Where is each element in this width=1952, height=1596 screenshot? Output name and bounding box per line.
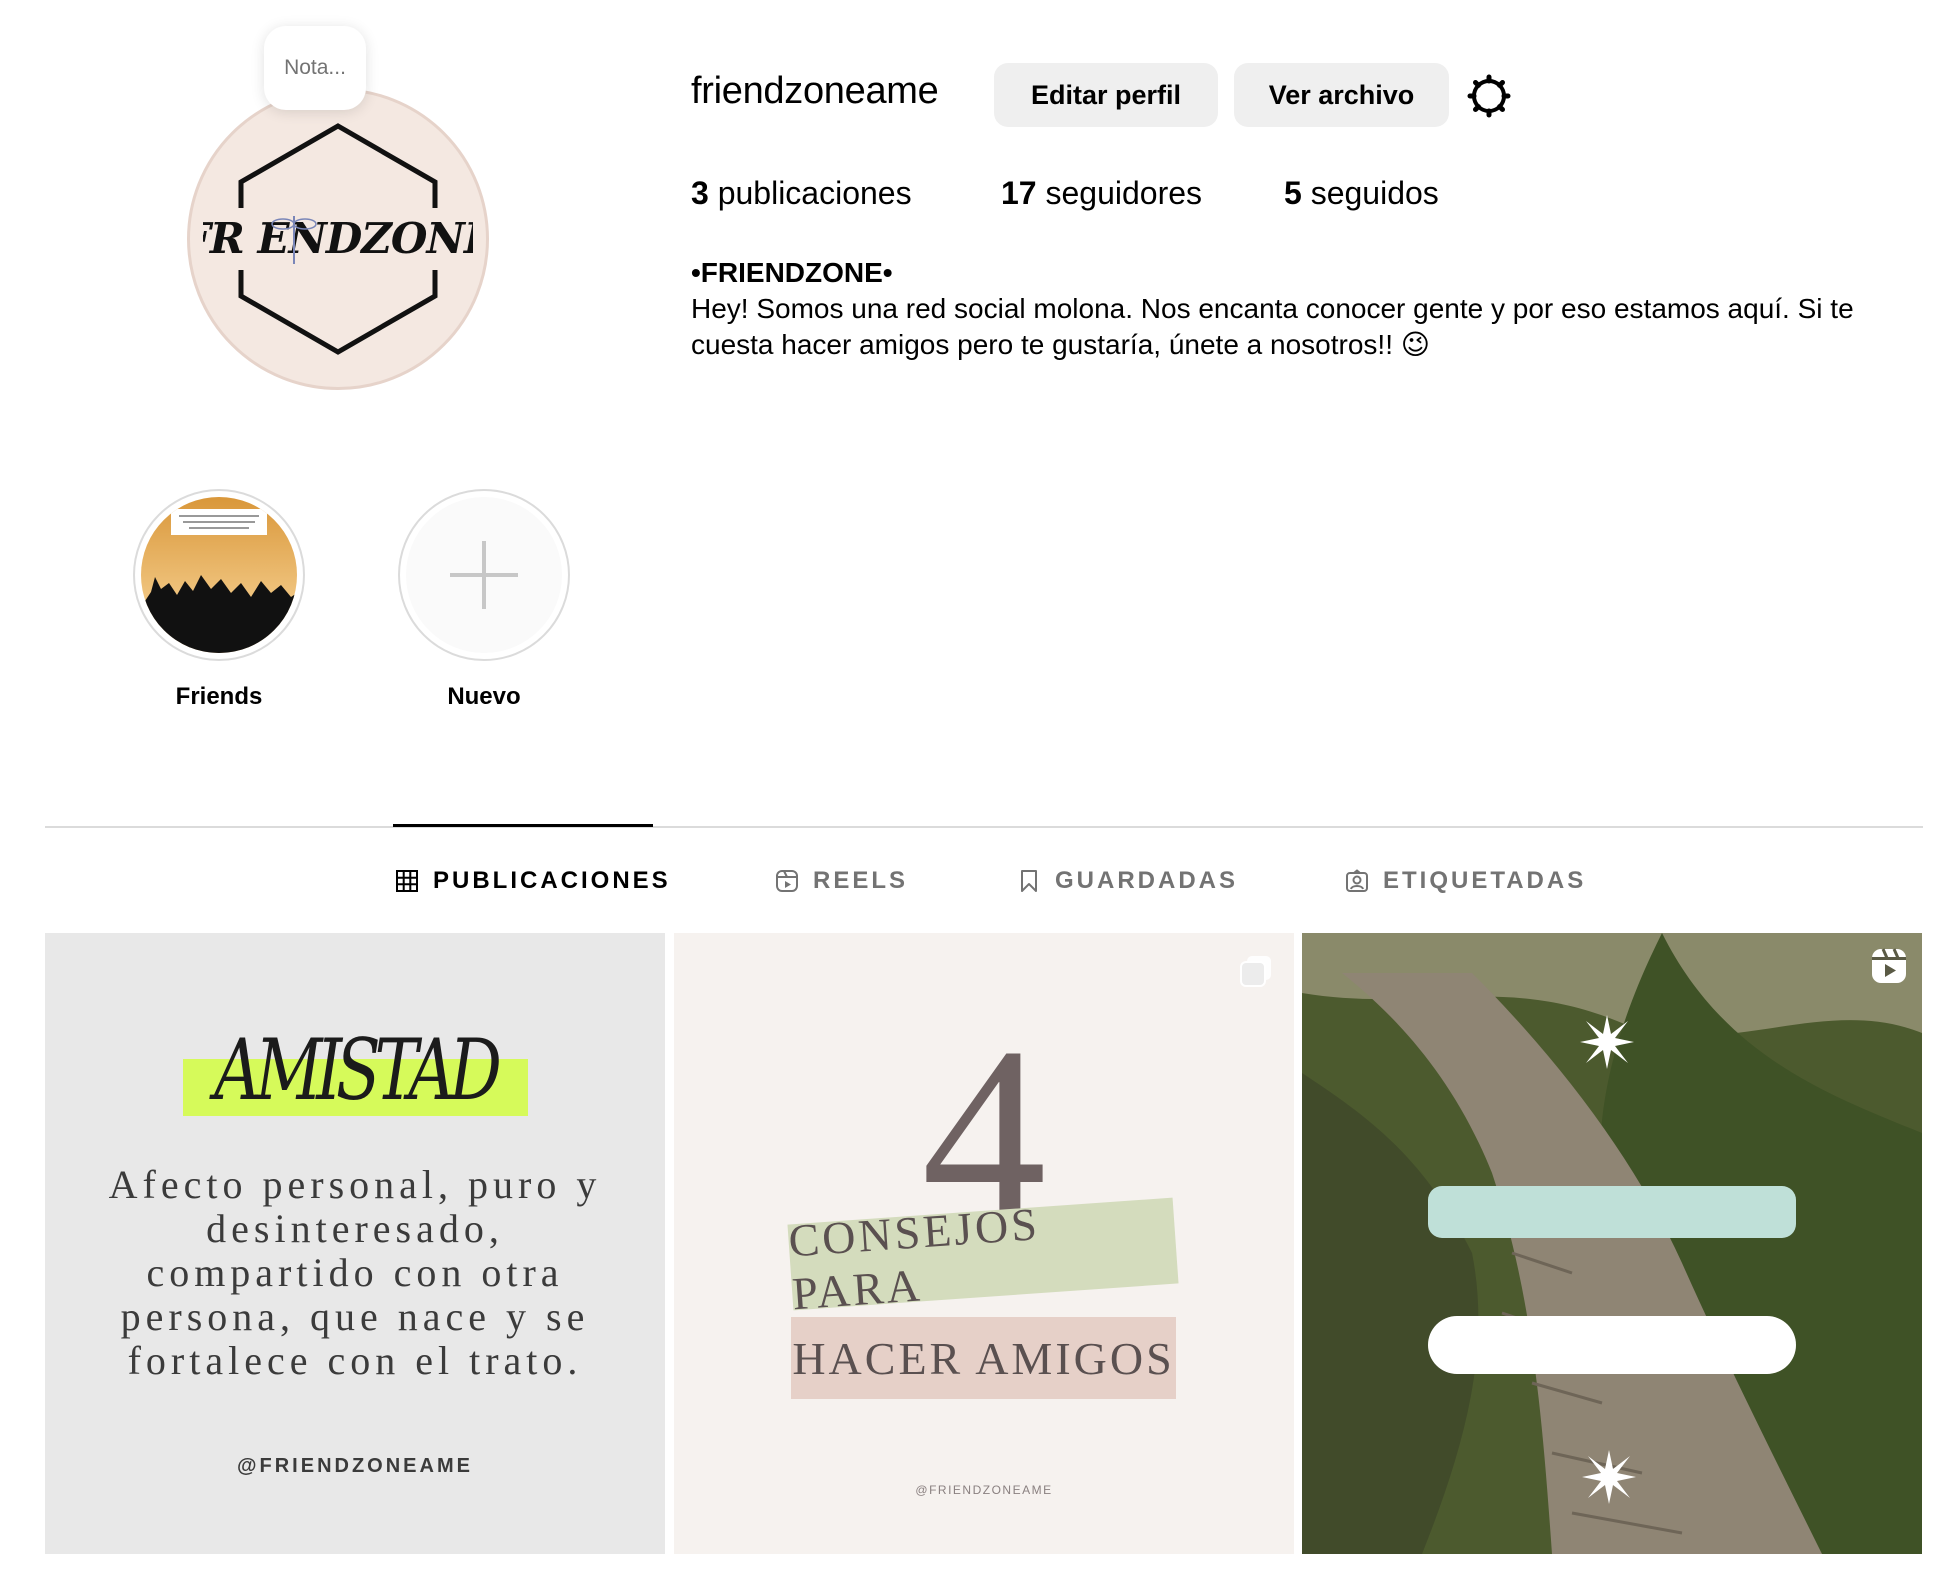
post-amistad[interactable]: AMISTAD Afecto personal, puro y desinter… bbox=[45, 933, 665, 1554]
overlay-bar-mint bbox=[1428, 1186, 1796, 1238]
bio-text: Hey! Somos una red social molona. Nos en… bbox=[691, 293, 1854, 360]
highlight-friends[interactable]: Friends bbox=[133, 489, 305, 711]
new-highlight-cover bbox=[406, 497, 562, 653]
highlight-ring bbox=[133, 489, 305, 661]
bookmark-icon bbox=[1021, 870, 1037, 892]
edit-profile-button[interactable]: Editar perfil bbox=[994, 63, 1218, 127]
followers-stat[interactable]: 17 seguidores bbox=[1001, 175, 1202, 212]
post-definition: Afecto personal, puro y desinteresado, c… bbox=[108, 1162, 602, 1383]
post-reel-path[interactable] bbox=[1302, 933, 1922, 1554]
highlight-cover bbox=[141, 497, 297, 653]
tagged-icon bbox=[1346, 869, 1368, 892]
view-archive-button[interactable]: Ver archivo bbox=[1234, 63, 1449, 127]
post-handle: @FRIENDZONEAME bbox=[237, 1455, 473, 1477]
post-consejos[interactable]: 4 CONSEJOS PARA HACER AMIGOS @FRIENDZONE… bbox=[674, 933, 1294, 1554]
posts-count: 3 bbox=[691, 175, 709, 211]
following-label: seguidos bbox=[1310, 175, 1439, 211]
crowd-photo-image bbox=[141, 497, 297, 653]
sparkle-icon bbox=[1582, 1450, 1636, 1504]
posts-stat: 3 publicaciones bbox=[691, 175, 912, 212]
following-stat[interactable]: 5 seguidos bbox=[1284, 175, 1439, 212]
friendzone-logo: FR ENDZONE bbox=[203, 123, 473, 355]
svg-text:FR ENDZONE: FR ENDZONE bbox=[203, 214, 473, 263]
reel-icon bbox=[1872, 948, 1906, 983]
profile-avatar[interactable]: FR ENDZONE bbox=[187, 88, 489, 390]
followers-count: 17 bbox=[1001, 175, 1037, 211]
note-bubble[interactable]: Nota... bbox=[264, 26, 366, 110]
reels-icon bbox=[776, 870, 798, 892]
sparkle-icon bbox=[1580, 1015, 1634, 1069]
username: friendzoneame bbox=[691, 70, 939, 112]
highlight-label: Friends bbox=[175, 683, 263, 710]
grid-icon bbox=[396, 870, 418, 892]
followers-label: seguidores bbox=[1045, 175, 1203, 211]
tab-guardadas[interactable]: GUARDADAS bbox=[1017, 866, 1238, 896]
tabs-divider bbox=[45, 826, 1923, 828]
post-handle: @FRIENDZONEAME bbox=[915, 1483, 1053, 1497]
tab-label: REELS bbox=[813, 867, 909, 894]
highlight-new[interactable]: Nuevo bbox=[398, 489, 570, 711]
tab-label: GUARDADAS bbox=[1055, 867, 1238, 894]
plus-icon bbox=[450, 541, 518, 609]
posts-label: publicaciones bbox=[717, 175, 912, 211]
tab-label: ETIQUETADAS bbox=[1383, 867, 1587, 894]
highlight-ring bbox=[398, 489, 570, 661]
bio-name: •FRIENDZONE• bbox=[691, 257, 893, 288]
carousel-icon bbox=[1240, 956, 1271, 987]
active-tab-indicator bbox=[393, 824, 653, 827]
tab-reels[interactable]: REELS bbox=[775, 866, 908, 896]
settings-gear-icon[interactable] bbox=[1465, 72, 1513, 120]
profile-bio: •FRIENDZONE• Hey! Somos una red social m… bbox=[691, 255, 1921, 363]
post-line1: CONSEJOS PARA bbox=[787, 1197, 1179, 1319]
profile-page: FR ENDZONE Nota... friendzoneame Editar … bbox=[0, 0, 1952, 1596]
post-line2: HACER AMIGOS bbox=[791, 1317, 1176, 1399]
avatar-logo: FR ENDZONE bbox=[187, 88, 489, 390]
tab-publicaciones[interactable]: PUBLICACIONES bbox=[395, 866, 671, 896]
highlight-label: Nuevo bbox=[447, 683, 521, 710]
post-title: AMISTAD bbox=[214, 1021, 502, 1119]
overlay-bar-white bbox=[1428, 1316, 1796, 1374]
tab-etiquetadas[interactable]: ETIQUETADAS bbox=[1345, 866, 1586, 896]
following-count: 5 bbox=[1284, 175, 1302, 211]
tab-label: PUBLICACIONES bbox=[433, 867, 671, 894]
